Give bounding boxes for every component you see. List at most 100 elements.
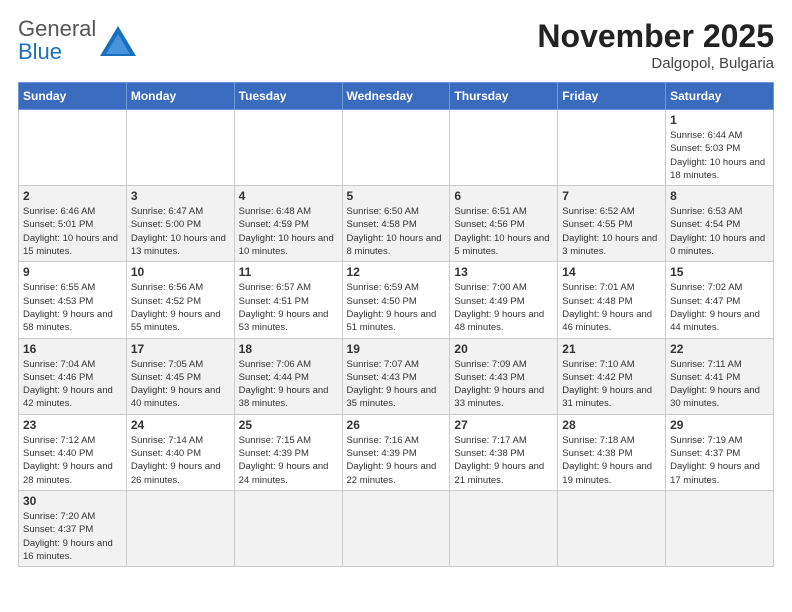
day-number: 23 bbox=[23, 418, 122, 432]
day-info: Sunrise: 7:05 AM Sunset: 4:45 PM Dayligh… bbox=[131, 358, 230, 411]
day-info: Sunrise: 6:53 AM Sunset: 4:54 PM Dayligh… bbox=[670, 205, 769, 258]
day-cell: 11 Sunrise: 6:57 AM Sunset: 4:51 PM Dayli… bbox=[234, 262, 342, 338]
day-number: 21 bbox=[562, 342, 661, 356]
day-info: Sunrise: 6:55 AM Sunset: 4:53 PM Dayligh… bbox=[23, 281, 122, 334]
day-info: Sunrise: 7:17 AM Sunset: 4:38 PM Dayligh… bbox=[454, 434, 553, 487]
day-cell: 6Sunrise: 6:51 AM Sunset: 4:56 PM Daylig… bbox=[450, 186, 558, 262]
day-cell bbox=[126, 110, 234, 186]
day-number: 6 bbox=[454, 189, 553, 203]
day-number: 19 bbox=[347, 342, 446, 356]
day-cell: 5 Sunrise: 6:50 AM Sunset: 4:58 PM Daylig… bbox=[342, 186, 450, 262]
day-info: Sunrise: 6:57 AM Sunset: 4:51 PM Dayligh… bbox=[239, 281, 338, 334]
day-cell: 9 Sunrise: 6:55 AM Sunset: 4:53 PM Daylig… bbox=[19, 262, 127, 338]
weekday-header-thursday: Thursday bbox=[450, 83, 558, 110]
day-cell: 25Sunrise: 7:15 AM Sunset: 4:39 PM Dayli… bbox=[234, 414, 342, 490]
day-info: Sunrise: 7:14 AM Sunset: 4:40 PM Dayligh… bbox=[131, 434, 230, 487]
day-cell bbox=[558, 490, 666, 566]
week-row-3: 16 Sunrise: 7:04 AM Sunset: 4:46 PM Dayli… bbox=[19, 338, 774, 414]
day-info: Sunrise: 6:50 AM Sunset: 4:58 PM Dayligh… bbox=[347, 205, 446, 258]
day-number: 16 bbox=[23, 342, 122, 356]
day-cell bbox=[450, 490, 558, 566]
day-number: 12 bbox=[347, 265, 446, 279]
day-cell: 1 Sunrise: 6:44 AM Sunset: 5:03 PM Daylig… bbox=[666, 110, 774, 186]
week-row-2: 9 Sunrise: 6:55 AM Sunset: 4:53 PM Daylig… bbox=[19, 262, 774, 338]
day-info: Sunrise: 6:52 AM Sunset: 4:55 PM Dayligh… bbox=[562, 205, 661, 258]
weekday-header-wednesday: Wednesday bbox=[342, 83, 450, 110]
day-cell: 22 Sunrise: 7:11 AM Sunset: 4:41 PM Dayli… bbox=[666, 338, 774, 414]
day-info: Sunrise: 6:44 AM Sunset: 5:03 PM Dayligh… bbox=[670, 129, 769, 182]
day-info: Sunrise: 6:48 AM Sunset: 4:59 PM Dayligh… bbox=[239, 205, 338, 258]
day-number: 2 bbox=[23, 189, 122, 203]
day-info: Sunrise: 7:18 AM Sunset: 4:38 PM Dayligh… bbox=[562, 434, 661, 487]
weekday-header-friday: Friday bbox=[558, 83, 666, 110]
logo-general: General bbox=[18, 16, 96, 41]
day-cell bbox=[342, 110, 450, 186]
day-cell: 20 Sunrise: 7:09 AM Sunset: 4:43 PM Dayli… bbox=[450, 338, 558, 414]
weekday-header-saturday: Saturday bbox=[666, 83, 774, 110]
day-number: 4 bbox=[239, 189, 338, 203]
day-number: 9 bbox=[23, 265, 122, 279]
title-block: November 2025 Dalgopol, Bulgaria bbox=[537, 18, 774, 72]
day-info: Sunrise: 7:09 AM Sunset: 4:43 PM Dayligh… bbox=[454, 358, 553, 411]
day-number: 26 bbox=[347, 418, 446, 432]
week-row-5: 30Sunrise: 7:20 AM Sunset: 4:37 PM Dayli… bbox=[19, 490, 774, 566]
day-cell bbox=[234, 110, 342, 186]
day-info: Sunrise: 7:16 AM Sunset: 4:39 PM Dayligh… bbox=[347, 434, 446, 487]
day-number: 28 bbox=[562, 418, 661, 432]
day-number: 14 bbox=[562, 265, 661, 279]
day-info: Sunrise: 7:11 AM Sunset: 4:41 PM Dayligh… bbox=[670, 358, 769, 411]
week-row-0: 1 Sunrise: 6:44 AM Sunset: 5:03 PM Daylig… bbox=[19, 110, 774, 186]
day-cell: 29Sunrise: 7:19 AM Sunset: 4:37 PM Dayli… bbox=[666, 414, 774, 490]
day-number: 24 bbox=[131, 418, 230, 432]
weekday-header-row: SundayMondayTuesdayWednesdayThursdayFrid… bbox=[19, 83, 774, 110]
day-number: 3 bbox=[131, 189, 230, 203]
day-number: 13 bbox=[454, 265, 553, 279]
month-title: November 2025 bbox=[537, 18, 774, 55]
day-number: 5 bbox=[347, 189, 446, 203]
day-cell: 18Sunrise: 7:06 AM Sunset: 4:44 PM Dayli… bbox=[234, 338, 342, 414]
day-cell: 24 Sunrise: 7:14 AM Sunset: 4:40 PM Dayli… bbox=[126, 414, 234, 490]
day-cell: 8 Sunrise: 6:53 AM Sunset: 4:54 PM Daylig… bbox=[666, 186, 774, 262]
day-number: 17 bbox=[131, 342, 230, 356]
day-number: 20 bbox=[454, 342, 553, 356]
day-number: 29 bbox=[670, 418, 769, 432]
day-number: 25 bbox=[239, 418, 338, 432]
day-cell: 14Sunrise: 7:01 AM Sunset: 4:48 PM Dayli… bbox=[558, 262, 666, 338]
day-info: Sunrise: 7:04 AM Sunset: 4:46 PM Dayligh… bbox=[23, 358, 122, 411]
day-info: Sunrise: 7:00 AM Sunset: 4:49 PM Dayligh… bbox=[454, 281, 553, 334]
day-info: Sunrise: 7:06 AM Sunset: 4:44 PM Dayligh… bbox=[239, 358, 338, 411]
day-cell bbox=[126, 490, 234, 566]
logo-icon bbox=[100, 26, 136, 56]
day-cell: 26 Sunrise: 7:16 AM Sunset: 4:39 PM Dayli… bbox=[342, 414, 450, 490]
day-info: Sunrise: 6:47 AM Sunset: 5:00 PM Dayligh… bbox=[131, 205, 230, 258]
day-cell: 30Sunrise: 7:20 AM Sunset: 4:37 PM Dayli… bbox=[19, 490, 127, 566]
day-cell: 23Sunrise: 7:12 AM Sunset: 4:40 PM Dayli… bbox=[19, 414, 127, 490]
weekday-header-monday: Monday bbox=[126, 83, 234, 110]
day-cell: 15Sunrise: 7:02 AM Sunset: 4:47 PM Dayli… bbox=[666, 262, 774, 338]
header: General Blue November 2025 Dalgopol, Bul… bbox=[18, 18, 774, 72]
day-cell: 3 Sunrise: 6:47 AM Sunset: 5:00 PM Daylig… bbox=[126, 186, 234, 262]
day-cell bbox=[450, 110, 558, 186]
day-cell: 19 Sunrise: 7:07 AM Sunset: 4:43 PM Dayli… bbox=[342, 338, 450, 414]
day-cell: 12Sunrise: 6:59 AM Sunset: 4:50 PM Dayli… bbox=[342, 262, 450, 338]
day-number: 10 bbox=[131, 265, 230, 279]
day-info: Sunrise: 7:20 AM Sunset: 4:37 PM Dayligh… bbox=[23, 510, 122, 563]
day-cell bbox=[19, 110, 127, 186]
weekday-header-tuesday: Tuesday bbox=[234, 83, 342, 110]
calendar: SundayMondayTuesdayWednesdayThursdayFrid… bbox=[18, 82, 774, 567]
day-cell: 27Sunrise: 7:17 AM Sunset: 4:38 PM Dayli… bbox=[450, 414, 558, 490]
day-cell: 4 Sunrise: 6:48 AM Sunset: 4:59 PM Daylig… bbox=[234, 186, 342, 262]
week-row-4: 23Sunrise: 7:12 AM Sunset: 4:40 PM Dayli… bbox=[19, 414, 774, 490]
day-number: 11 bbox=[239, 265, 338, 279]
day-number: 22 bbox=[670, 342, 769, 356]
day-cell: 21Sunrise: 7:10 AM Sunset: 4:42 PM Dayli… bbox=[558, 338, 666, 414]
day-info: Sunrise: 6:56 AM Sunset: 4:52 PM Dayligh… bbox=[131, 281, 230, 334]
logo: General Blue bbox=[18, 18, 136, 64]
day-cell bbox=[666, 490, 774, 566]
day-cell: 7Sunrise: 6:52 AM Sunset: 4:55 PM Daylig… bbox=[558, 186, 666, 262]
day-info: Sunrise: 7:07 AM Sunset: 4:43 PM Dayligh… bbox=[347, 358, 446, 411]
day-number: 8 bbox=[670, 189, 769, 203]
day-number: 1 bbox=[670, 113, 769, 127]
logo-blue: Blue bbox=[18, 39, 62, 64]
logo-text: General Blue bbox=[18, 16, 96, 64]
